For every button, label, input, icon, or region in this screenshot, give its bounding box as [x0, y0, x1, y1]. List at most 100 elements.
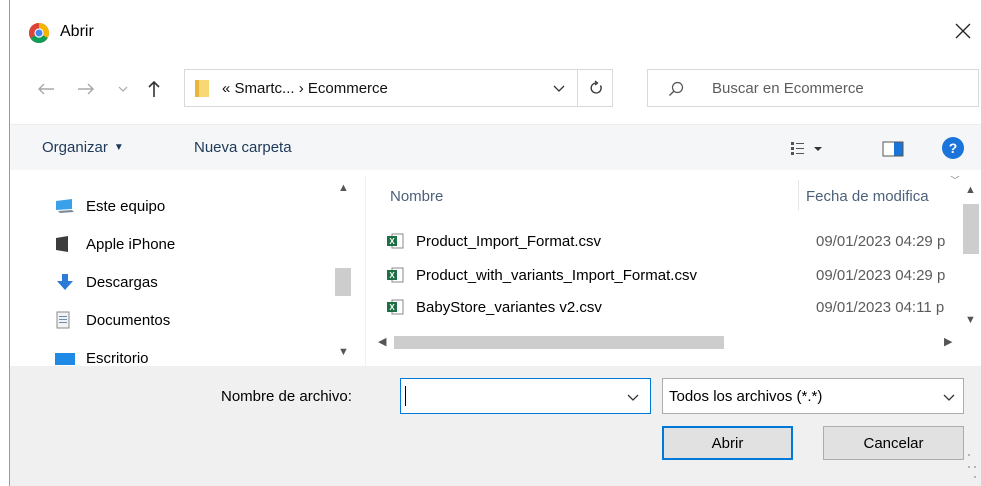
chevron-down-icon [118, 86, 128, 92]
cancel-button[interactable]: Cancelar [823, 426, 964, 460]
phone-icon [56, 236, 68, 252]
file-name: Product_Import_Format.csv [416, 232, 602, 250]
command-bar: Organizar ▼ Nueva carpeta ? [10, 124, 981, 170]
file-row[interactable]: X Product_Import_Format.csv 09/01/2023 0… [386, 228, 976, 254]
new-folder-button[interactable]: Nueva carpeta [194, 139, 292, 156]
arrow-up-icon [148, 80, 160, 97]
filetype-select[interactable]: Todos los archivos (*.*) [662, 378, 964, 414]
help-button[interactable]: ? [942, 137, 964, 159]
file-row[interactable]: X Product_with_variants_Import_Format.cs… [386, 262, 976, 288]
address-path[interactable]: « Smartc... › Ecommerce [222, 80, 388, 97]
organize-button[interactable]: Organizar ▼ [42, 139, 124, 156]
recent-locations-button[interactable] [116, 77, 130, 101]
nav-item-downloads[interactable]: Descargas [54, 270, 158, 294]
path-overflow[interactable]: « [222, 80, 230, 97]
computer-icon [56, 199, 74, 213]
file-row[interactable]: X BabyStore_variantes v2.csv 09/01/2023 … [386, 294, 976, 320]
file-list-horizontal-scrollbar[interactable]: ◀ ▶ [370, 332, 960, 352]
filename-field[interactable] [407, 385, 607, 407]
close-button[interactable] [950, 18, 976, 44]
view-options-icon[interactable] [790, 140, 828, 158]
nav-label: Documentos [86, 311, 171, 329]
nav-label: Apple iPhone [86, 235, 176, 253]
chevron-down-icon [627, 394, 639, 401]
nav-label: Escritorio [86, 349, 149, 367]
breadcrumb-separator[interactable]: › [299, 80, 304, 97]
close-icon [955, 23, 971, 39]
excel-csv-icon: X [387, 233, 404, 249]
filetype-value: Todos los archivos (*.*) [669, 388, 823, 405]
file-name: Product_with_variants_Import_Format.csv [416, 266, 697, 284]
scroll-up-icon[interactable]: ▲ [338, 182, 349, 194]
pane-divider[interactable] [365, 176, 366, 366]
excel-csv-icon: X [387, 267, 404, 283]
search-box[interactable]: Buscar en Ecommerce [647, 69, 979, 107]
address-dropdown-button[interactable] [549, 78, 569, 98]
background-window-edge [0, 0, 10, 486]
back-button[interactable] [36, 77, 56, 101]
chevron-down-icon [553, 85, 565, 92]
filename-combobox[interactable] [400, 378, 651, 414]
chevron-down-icon [943, 394, 955, 401]
forward-button[interactable] [76, 77, 96, 101]
nav-item-iphone[interactable]: Apple iPhone [54, 232, 175, 256]
nav-scrollbar[interactable]: ▲ ▼ [332, 176, 354, 366]
scroll-thumb[interactable] [394, 336, 724, 349]
scroll-thumb[interactable] [963, 204, 979, 254]
svg-text:X: X [389, 303, 395, 312]
scroll-down-icon[interactable]: ▼ [965, 314, 976, 326]
scroll-right-icon[interactable]: ▶ [944, 335, 952, 348]
search-input[interactable]: Buscar en Ecommerce [712, 80, 864, 97]
download-icon [57, 274, 73, 290]
open-button[interactable]: Abrir [662, 426, 793, 460]
dialog-footer: Nombre de archivo: Todos los archivos (*… [10, 366, 981, 486]
nav-item-desktop[interactable]: Escritorio [54, 346, 149, 366]
file-list-vertical-scrollbar[interactable]: ▲ ▼ [960, 176, 981, 346]
filename-dropdown-button[interactable] [623, 387, 643, 407]
nav-item-this-pc[interactable]: Este equipo [54, 194, 165, 218]
svg-text:X: X [389, 271, 395, 280]
up-button[interactable] [144, 77, 164, 101]
column-header-name[interactable]: Nombre [390, 176, 790, 216]
navigation-pane: Este equipo Apple iPhone Descargas Docum… [10, 176, 356, 366]
file-date: 09/01/2023 04:29 p [816, 266, 946, 284]
filename-label: Nombre de archivo: [221, 388, 352, 405]
scroll-down-icon[interactable]: ▼ [338, 346, 349, 358]
arrow-right-icon [78, 83, 94, 95]
file-name: BabyStore_variantes v2.csv [416, 298, 602, 316]
refresh-icon [590, 80, 602, 94]
filetype-dropdown-button[interactable] [939, 387, 959, 407]
text-cursor [405, 386, 406, 406]
title-bar: Abrir [10, 0, 981, 60]
date-header-label: Fecha de modifica [806, 187, 929, 205]
excel-csv-icon: X [387, 299, 404, 315]
scroll-up-icon[interactable]: ▲ [965, 184, 976, 196]
folder-icon [195, 80, 209, 97]
address-separator [577, 70, 578, 106]
dialog-title: Abrir [60, 23, 94, 40]
svg-text:X: X [389, 237, 395, 246]
address-bar[interactable]: « Smartc... › Ecommerce [184, 69, 613, 107]
nav-label: Descargas [86, 273, 158, 291]
resize-grip-icon[interactable] [965, 446, 979, 486]
file-date: 09/01/2023 04:11 p [816, 298, 945, 316]
desktop-icon [55, 353, 75, 365]
refresh-button[interactable] [585, 78, 607, 98]
arrow-left-icon [38, 83, 54, 95]
chrome-icon [29, 23, 49, 43]
file-list: Nombre Fecha de modifica ﹀ X Product_Imp… [370, 176, 981, 366]
scroll-thumb[interactable] [335, 268, 351, 296]
caret-down-icon: ▼ [113, 142, 124, 153]
organize-label: Organizar [42, 139, 108, 156]
file-date: 09/01/2023 04:29 p [816, 232, 946, 250]
nav-item-documents[interactable]: Documentos [54, 308, 170, 332]
breadcrumb-parent[interactable]: Smartc... [235, 80, 295, 97]
document-icon [56, 311, 70, 329]
sort-indicator-icon: ﹀ [950, 176, 960, 187]
column-separator[interactable] [798, 180, 799, 210]
search-icon [669, 81, 684, 96]
preview-pane-icon[interactable] [882, 140, 904, 158]
scroll-left-icon[interactable]: ◀ [378, 335, 386, 348]
open-file-dialog: Abrir « Smartc... › Ecommerce Buscar en … [10, 0, 981, 486]
breadcrumb-current[interactable]: Ecommerce [308, 80, 388, 97]
